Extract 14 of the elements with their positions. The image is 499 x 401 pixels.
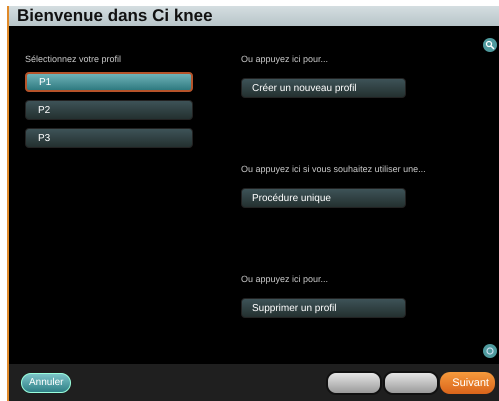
profile-label: Sélectionnez votre profil xyxy=(25,54,122,66)
window-title: Bienvenue dans Ci knee xyxy=(9,6,499,26)
profile-item[interactable]: P2 xyxy=(25,100,193,120)
blank-button[interactable] xyxy=(383,370,440,394)
action-prompt: Ou appuyez ici pour... xyxy=(241,54,330,66)
round-icon[interactable] xyxy=(483,344,497,358)
search-icon[interactable] xyxy=(483,38,497,52)
blank-button[interactable] xyxy=(326,370,382,394)
action-button[interactable]: Créer un nouveau profil xyxy=(241,78,406,98)
profile-item[interactable]: P3 xyxy=(25,128,193,148)
action-prompt: Ou appuyez ici si vous souhaitez utiliser une... xyxy=(241,164,427,176)
action-button[interactable]: Supprimer un profil xyxy=(241,298,406,318)
action-prompt: Ou appuyez ici pour... xyxy=(241,274,330,286)
action-button[interactable]: Procédure unique xyxy=(241,188,406,208)
